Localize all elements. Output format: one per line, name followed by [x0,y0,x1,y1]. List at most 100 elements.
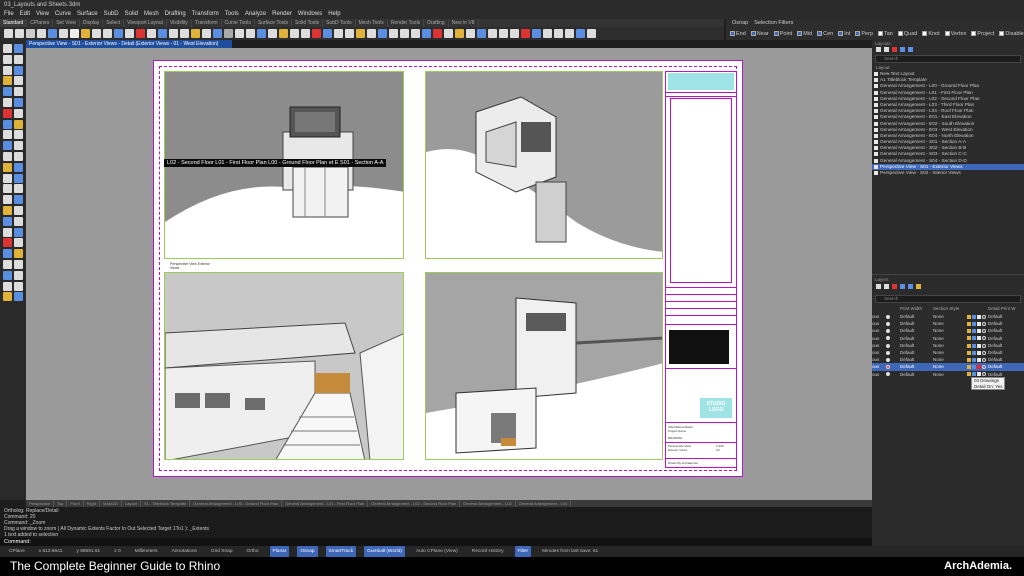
osnap-tab[interactable]: Osnap [732,19,748,27]
left-tool-icon[interactable] [3,238,12,248]
left-tool-icon[interactable] [3,281,12,291]
left-tool-icon[interactable] [14,152,23,161]
print-color-icon[interactable] [886,342,900,349]
toolbar-tab[interactable]: Viewport Layout [124,19,167,27]
status-item[interactable]: Minutes from last save: 61 [539,546,601,557]
menu-item-solid[interactable]: Solid [125,10,138,19]
layer-row[interactable]: ous Default None Default [872,320,1024,327]
menu-item-mesh[interactable]: Mesh [144,10,159,19]
toolbar-tool-icon[interactable] [466,29,475,38]
toolbar-tab[interactable]: Render Tools [388,19,425,27]
osnap-tab[interactable]: Selection Filters [754,19,793,27]
layer-down-icon[interactable] [908,284,913,289]
left-tool-icon[interactable] [14,162,23,172]
toolbar-tool-icon[interactable] [477,29,486,38]
toolbar-tool-icon[interactable] [147,29,156,38]
left-tool-icon[interactable] [14,54,23,64]
move-down-icon[interactable] [908,47,913,52]
toolbar-tool-icon[interactable] [92,29,101,38]
left-tool-icon[interactable] [3,130,12,140]
left-tool-icon[interactable] [3,292,12,302]
menu-item-help[interactable]: Help [328,10,340,19]
layout-tab[interactable]: Right [84,500,101,507]
left-tool-icon[interactable] [3,65,12,75]
toolbar-tool-icon[interactable] [411,29,420,38]
new-layer-icon[interactable] [876,284,881,289]
layer-state-icons[interactable] [967,320,988,327]
toolbar-tool-icon[interactable] [444,29,453,38]
toolbar-tab[interactable]: Select [103,19,125,27]
toolbar-tool-icon[interactable] [191,29,200,38]
osnap-knot[interactable]: Knot [922,31,940,37]
toolbar-tool-icon[interactable] [334,29,343,38]
toolbar-tool-icon[interactable] [15,29,24,38]
osnap-disable[interactable]: Disable [999,31,1024,37]
menu-item-subd[interactable]: SubD [104,10,119,19]
layer-state-icons[interactable] [967,342,988,349]
toolbar-tool-icon[interactable] [37,29,46,38]
layout-tab[interactable]: Front [67,500,84,507]
osnap-perp[interactable]: Perp [855,31,873,37]
status-item[interactable]: Grid Snap [208,546,236,557]
left-tool-icon[interactable] [14,238,23,248]
toolbar-tool-icon[interactable] [169,29,178,38]
layout-tab[interactable]: Top [54,500,68,507]
checkbox-icon[interactable] [944,31,950,36]
left-tool-icon[interactable] [3,87,12,97]
menu-item-analyze[interactable]: Analyze [245,10,266,19]
layouts-search-input[interactable]: Search [875,55,1021,63]
layer-state-icons[interactable] [967,313,988,320]
status-item[interactable]: Filter [514,546,532,557]
left-tool-icon[interactable] [14,98,23,107]
checkbox-icon[interactable] [999,31,1005,36]
print-color-icon[interactable] [886,327,900,334]
toolbar-tool-icon[interactable] [422,29,431,38]
toolbar-tab[interactable]: SubD Tools [323,19,356,27]
print-color-icon[interactable] [886,335,900,342]
layer-row[interactable]: ous Default None Default [872,342,1024,349]
toolbar-tab[interactable]: Visibility [167,19,192,27]
detail-view-3[interactable] [164,272,404,460]
menu-item-windows[interactable]: Windows [298,10,322,19]
layout-tab[interactable]: General Arrangement - L01 - First Floor … [282,500,369,507]
checkbox-icon[interactable] [730,31,735,36]
command-prompt[interactable]: Command: [0,538,872,546]
checkbox-icon[interactable] [855,31,861,36]
toolbar-tool-icon[interactable] [301,29,310,38]
toolbar-tool-icon[interactable] [587,29,596,38]
toolbar-tab[interactable]: Standard [0,19,28,27]
toolbar-tool-icon[interactable] [279,29,288,38]
status-item[interactable]: Osnap [297,546,318,557]
left-tool-icon[interactable] [14,216,23,226]
detail-view-4[interactable] [425,272,663,460]
left-tool-icon[interactable] [14,130,23,140]
left-tool-icon[interactable] [3,119,12,129]
osnap-quad[interactable]: Quad [897,31,917,37]
left-tool-icon[interactable] [3,195,12,205]
status-item[interactable]: z 0 [111,546,123,557]
menu-item-view[interactable]: View [36,10,49,19]
toolbar-tool-icon[interactable] [400,29,409,38]
checkbox-icon[interactable] [773,31,779,36]
osnap-end[interactable]: End [730,31,746,37]
layout-list-item[interactable]: Perspective View - S02 - Interior Views [872,170,1024,176]
checkbox-icon[interactable] [750,31,756,36]
copy-layout-icon[interactable] [884,47,889,52]
left-tool-icon[interactable] [3,249,12,259]
toolbar-tool-icon[interactable] [433,29,442,38]
toolbar-tool-icon[interactable] [213,29,222,38]
status-item[interactable]: Gumball (World) [364,546,405,557]
status-item[interactable]: CPlane [6,546,28,557]
layout-tab[interactable]: General Arrangement - L02 - Second Floor… [368,500,461,507]
left-tool-icon[interactable] [14,65,23,75]
layout-tab[interactable]: S1 - Titleblock Template [141,500,191,507]
status-item[interactable]: y 88691.61 [73,546,103,557]
print-color-icon[interactable] [886,356,900,363]
checkbox-icon[interactable] [838,31,844,36]
toolbar-tool-icon[interactable] [257,29,266,38]
status-item[interactable]: SmartTrack [325,546,357,557]
toolbar-tool-icon[interactable] [532,29,541,38]
toolbar-tool-icon[interactable] [48,29,57,38]
left-tool-icon[interactable] [3,206,12,215]
toolbar-tool-icon[interactable] [224,29,233,38]
